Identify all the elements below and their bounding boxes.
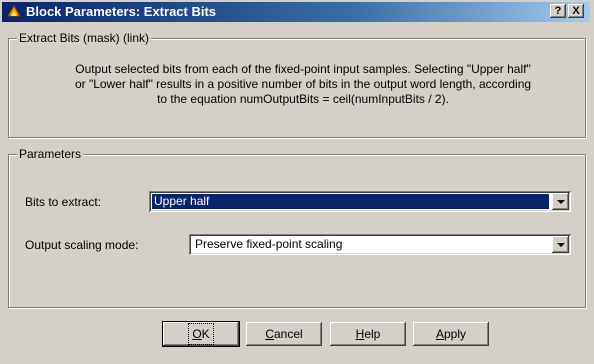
window-title: Block Parameters: Extract Bits (26, 4, 217, 19)
simulink-block-icon (7, 5, 21, 17)
mask-group-legend: Extract Bits (mask) (link) (17, 31, 152, 45)
output-scaling-mode-label: Output scaling mode: (25, 238, 139, 252)
ok-button[interactable]: OK (162, 321, 240, 347)
help-button[interactable]: Help (330, 322, 406, 346)
title-bar[interactable]: Block Parameters: Extract Bits ? X (2, 2, 590, 22)
bits-to-extract-label: Bits to extract: (25, 195, 102, 209)
question-mark-icon: ? (554, 5, 562, 17)
help-title-button[interactable]: ? (550, 4, 566, 18)
cancel-button-label: Cancel (265, 327, 303, 341)
apply-button-label: Apply (435, 327, 467, 341)
mask-description: Output selected bits from each of the fi… (25, 62, 581, 107)
close-button[interactable]: X (568, 4, 584, 18)
help-button-label: Help (355, 327, 381, 341)
bits-to-extract-value: Upper half (151, 193, 550, 210)
ok-button-label: OK (188, 323, 214, 345)
description-line: Output selected bits from each of the fi… (75, 62, 531, 76)
output-scaling-mode-select[interactable]: Preserve fixed-point scaling (189, 234, 571, 255)
description-line: to the equation numOutputBits = ceil(num… (157, 92, 449, 106)
bits-to-extract-select[interactable]: Upper half (149, 191, 571, 212)
mask-description-group: Extract Bits (mask) (link) Output select… (8, 31, 586, 138)
apply-button[interactable]: Apply (413, 322, 489, 346)
chevron-down-icon[interactable] (552, 236, 569, 253)
parameters-group: Parameters Bits to extract: Upper half O… (8, 147, 586, 308)
cancel-button[interactable]: Cancel (246, 322, 322, 346)
block-parameters-dialog: Block Parameters: Extract Bits ? X Extra… (0, 0, 594, 364)
description-line: or "Lower half" results in a positive nu… (74, 77, 532, 91)
output-scaling-mode-value: Preserve fixed-point scaling (195, 237, 343, 251)
close-icon: X (572, 5, 580, 17)
chevron-down-icon[interactable] (552, 193, 569, 210)
parameters-group-legend: Parameters (17, 147, 84, 161)
